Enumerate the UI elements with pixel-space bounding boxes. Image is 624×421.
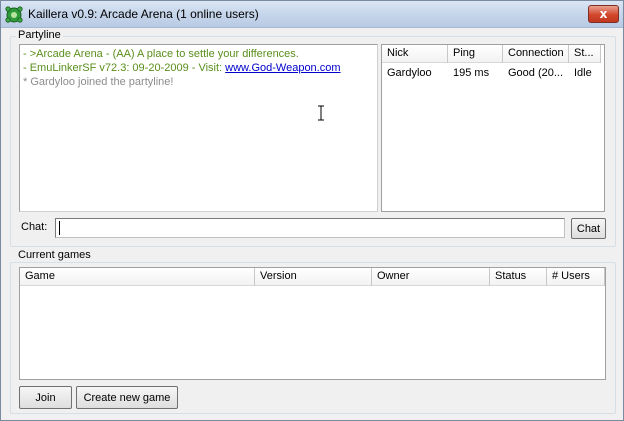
chat-input[interactable] (55, 218, 565, 238)
chat-label: Chat: (21, 221, 48, 233)
kaillera-app-icon (5, 6, 23, 23)
user-row[interactable]: Gardyloo 195 ms Good (20... Idle (382, 65, 601, 81)
chat-message: * Gardyloo joined the partyline! (23, 76, 174, 88)
users-list[interactable]: Nick Ping Connection St... Gardyloo 195 … (381, 44, 605, 212)
text-caret (59, 221, 60, 235)
god-weapon-link[interactable]: www.God-Weapon.com (225, 62, 340, 74)
chat-message-text: - EmuLinkerSF v72.3: 09-20-2009 - Visit: (23, 62, 226, 74)
users-list-header: Nick Ping Connection St... (382, 45, 601, 63)
user-nick: Gardyloo (387, 67, 432, 79)
chat-message: - EmuLinkerSF v72.3: 09-20-2009 - Visit:… (23, 61, 374, 75)
join-button[interactable]: Join (19, 386, 72, 409)
chat-message: - >Arcade Arena - (AA) A place to settle… (23, 48, 299, 60)
user-ping: 195 ms (453, 67, 490, 79)
user-connection: Good (20... (508, 67, 564, 79)
column-users[interactable]: # Users (547, 268, 605, 286)
window-title: Kaillera v0.9: Arcade Arena (1 online us… (28, 7, 259, 21)
close-button[interactable]: x (588, 5, 619, 23)
column-owner[interactable]: Owner (372, 268, 490, 286)
column-connection[interactable]: Connection (503, 45, 569, 63)
column-game-status[interactable]: Status (490, 268, 547, 286)
column-version[interactable]: Version (255, 268, 372, 286)
kaillera-window: Kaillera v0.9: Arcade Arena (1 online us… (0, 0, 624, 421)
games-list-header: Game Version Owner Status # Users (20, 268, 605, 286)
partyline-chat-log[interactable]: - >Arcade Arena - (AA) A place to settle… (19, 44, 378, 212)
partyline-group-label: Partyline (16, 29, 63, 41)
column-game[interactable]: Game (20, 268, 255, 286)
column-nick[interactable]: Nick (382, 45, 448, 63)
user-status: Idle (574, 67, 592, 79)
games-list[interactable]: Game Version Owner Status # Users (19, 267, 606, 380)
column-status[interactable]: St... (569, 45, 601, 63)
chat-send-button[interactable]: Chat (571, 218, 606, 239)
current-games-group-label: Current games (16, 249, 93, 261)
create-new-game-button[interactable]: Create new game (76, 386, 178, 409)
title-bar[interactable]: Kaillera v0.9: Arcade Arena (1 online us… (1, 1, 623, 28)
close-icon: x (599, 7, 608, 21)
column-ping[interactable]: Ping (448, 45, 503, 63)
text-cursor-icon (318, 105, 324, 121)
